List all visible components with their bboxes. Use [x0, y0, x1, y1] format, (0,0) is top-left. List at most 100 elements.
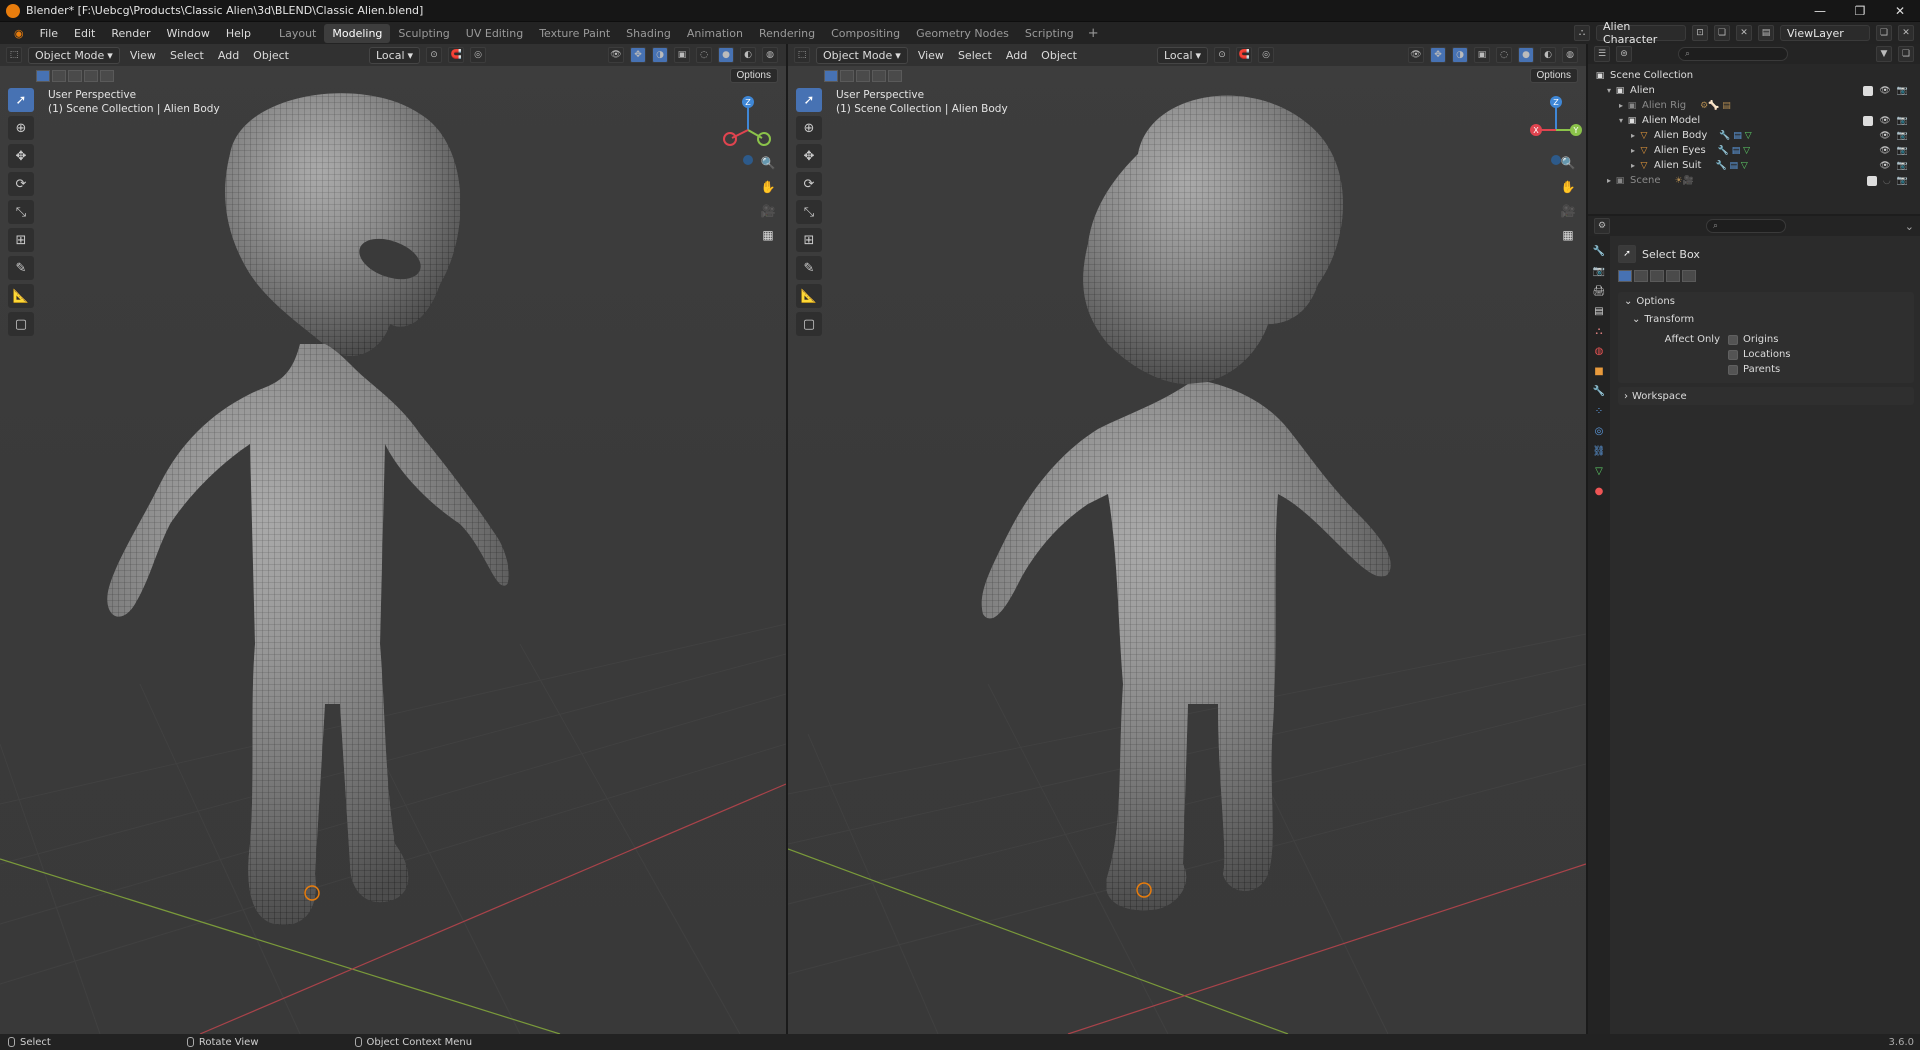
- checkbox-icon[interactable]: [1863, 115, 1874, 126]
- scene-name-field[interactable]: Alien Character: [1596, 20, 1686, 46]
- tab-geometry-nodes[interactable]: Geometry Nodes: [908, 24, 1017, 43]
- camera-render-icon[interactable]: 📷: [1897, 146, 1908, 156]
- material-shading-icon[interactable]: ◐: [740, 47, 756, 63]
- cursor-tool-icon[interactable]: ⊕: [8, 116, 34, 140]
- add-cube-tool-icon[interactable]: ▢: [8, 312, 34, 336]
- world-tab-icon[interactable]: ◍: [1591, 344, 1607, 358]
- menu-object[interactable]: Object: [249, 49, 293, 62]
- eye-icon[interactable]: 👁: [1879, 131, 1890, 141]
- rendered-shading-icon[interactable]: ◍: [762, 47, 778, 63]
- zoom-icon[interactable]: 🔍: [758, 154, 778, 172]
- tab-texture-paint[interactable]: Texture Paint: [531, 24, 618, 43]
- eye-icon[interactable]: 👁: [1879, 161, 1890, 171]
- snap-icon[interactable]: 🧲: [448, 47, 465, 63]
- origins-checkbox[interactable]: Origins: [1728, 332, 1791, 347]
- checkbox-icon[interactable]: [1728, 334, 1738, 345]
- camera-icon[interactable]: 🎥: [1558, 202, 1578, 220]
- menu-edit[interactable]: Edit: [66, 27, 103, 40]
- menu-help[interactable]: Help: [218, 27, 259, 40]
- gizmo-toggle-icon[interactable]: ✥: [1430, 47, 1446, 63]
- checkbox-icon[interactable]: [1863, 85, 1874, 96]
- menu-select[interactable]: Select: [954, 49, 996, 62]
- output-tab-icon[interactable]: 🖨: [1591, 284, 1607, 298]
- camera-render-icon[interactable]: 📷: [1897, 161, 1908, 171]
- scene-tab-icon[interactable]: ⛬: [1591, 324, 1607, 338]
- pin-scene-icon[interactable]: ⊡: [1692, 25, 1708, 41]
- menu-add[interactable]: Add: [214, 49, 243, 62]
- restore-icon[interactable]: ❐: [1840, 4, 1880, 18]
- delete-viewlayer-icon[interactable]: ✕: [1898, 25, 1914, 41]
- tab-scripting[interactable]: Scripting: [1017, 24, 1082, 43]
- wireframe-shading-icon[interactable]: ◌: [1496, 47, 1512, 63]
- eye-icon[interactable]: 👁: [1879, 116, 1890, 126]
- select-subtract-icon[interactable]: [856, 70, 870, 82]
- chevron-down-icon[interactable]: ⌄: [1905, 220, 1914, 233]
- checkbox-icon[interactable]: [1728, 349, 1738, 360]
- eye-icon[interactable]: 👁: [1879, 146, 1890, 156]
- view-layer-tab-icon[interactable]: ▤: [1591, 304, 1607, 318]
- data-tab-icon[interactable]: ▽: [1591, 464, 1607, 478]
- camera-icon[interactable]: 🎥: [758, 202, 778, 220]
- display-mode-icon[interactable]: ⊜: [1616, 46, 1632, 62]
- select-intersect-icon[interactable]: [888, 70, 902, 82]
- tab-sculpting[interactable]: Sculpting: [390, 24, 457, 43]
- outliner-row-alien-model[interactable]: ▾ ▣ Alien Model 👁 📷: [1594, 113, 1914, 128]
- rotate-tool-icon[interactable]: ⟳: [8, 172, 34, 196]
- select-extend-icon[interactable]: [1634, 270, 1648, 282]
- material-shading-icon[interactable]: ◐: [1540, 47, 1556, 63]
- parents-checkbox[interactable]: Parents: [1728, 362, 1791, 377]
- object-tab-icon[interactable]: ■: [1591, 364, 1607, 378]
- close-icon[interactable]: ✕: [1880, 4, 1920, 18]
- add-cube-tool-icon[interactable]: ▢: [796, 312, 822, 336]
- select-extend-icon[interactable]: [840, 70, 854, 82]
- select-new-icon[interactable]: [824, 70, 838, 82]
- rendered-shading-icon[interactable]: ◍: [1562, 47, 1578, 63]
- menu-object[interactable]: Object: [1037, 49, 1081, 62]
- rotate-tool-icon[interactable]: ⟳: [796, 172, 822, 196]
- select-box-icon[interactable]: ➚: [1618, 245, 1636, 263]
- menu-file[interactable]: File: [32, 27, 66, 40]
- filter-icon[interactable]: ▼: [1876, 46, 1892, 62]
- alien-model-side[interactable]: [908, 84, 1448, 1034]
- select-new-icon[interactable]: [36, 70, 50, 82]
- checkbox-icon[interactable]: [1866, 175, 1877, 186]
- visibility-icon[interactable]: 👁: [1408, 47, 1424, 63]
- measure-tool-icon[interactable]: 📐: [8, 284, 34, 308]
- menu-view[interactable]: View: [126, 49, 160, 62]
- outliner-row-alien[interactable]: ▾ ▣ Alien 👁 📷: [1594, 83, 1914, 98]
- outliner-row-alien-rig[interactable]: ▸ ▣ Alien Rig ⚙🦴 ▤: [1594, 98, 1914, 113]
- expand-icon[interactable]: ▸: [1628, 161, 1638, 170]
- menu-select[interactable]: Select: [166, 49, 208, 62]
- workspace-panel-header[interactable]: › Workspace: [1618, 387, 1914, 405]
- outliner-row-alien-suit[interactable]: ▸ ▽ Alien Suit 🔧 ▤ ▽ 👁 📷: [1594, 158, 1914, 173]
- view-layer-field[interactable]: ViewLayer: [1780, 25, 1870, 41]
- select-invert-icon[interactable]: [84, 70, 98, 82]
- expand-icon[interactable]: ▾: [1604, 86, 1614, 95]
- new-viewlayer-icon[interactable]: ❏: [1876, 25, 1892, 41]
- tab-modeling[interactable]: Modeling: [324, 23, 391, 43]
- transform-orientation-dropdown[interactable]: Local ▾: [369, 46, 421, 64]
- proportional-icon[interactable]: ◎: [470, 47, 487, 63]
- particles-tab-icon[interactable]: ⁘: [1591, 404, 1607, 418]
- outliner-row-alien-eyes[interactable]: ▸ ▽ Alien Eyes 🔧 ▤ ▽ 👁 📷: [1594, 143, 1914, 158]
- xray-icon[interactable]: ▣: [674, 47, 690, 63]
- viewport-right[interactable]: ⬚ Object Mode ▾ View Select Add Object L…: [788, 44, 1586, 1034]
- solid-shading-icon[interactable]: ●: [718, 47, 734, 63]
- checkbox-icon[interactable]: [1728, 364, 1738, 375]
- menu-view[interactable]: View: [914, 49, 948, 62]
- camera-render-icon[interactable]: 📷: [1897, 116, 1908, 126]
- expand-icon[interactable]: ▸: [1628, 131, 1638, 140]
- constraints-tab-icon[interactable]: ⛓: [1591, 444, 1607, 458]
- solid-shading-icon[interactable]: ●: [1518, 47, 1534, 63]
- tab-uv-editing[interactable]: UV Editing: [458, 24, 531, 43]
- locations-checkbox[interactable]: Locations: [1728, 347, 1791, 362]
- overlay-icon[interactable]: ◑: [652, 47, 668, 63]
- expand-icon[interactable]: ▸: [1616, 101, 1626, 110]
- cursor-tool-icon[interactable]: ⊕: [796, 116, 822, 140]
- proportional-icon[interactable]: ◎: [1258, 47, 1275, 63]
- transform-subpanel-header[interactable]: ⌄ Transform: [1618, 310, 1914, 328]
- scale-tool-icon[interactable]: ⤡: [8, 200, 34, 224]
- tab-layout[interactable]: Layout: [271, 24, 324, 43]
- expand-icon[interactable]: ▸: [1604, 176, 1614, 185]
- material-tab-icon[interactable]: ●: [1591, 484, 1607, 498]
